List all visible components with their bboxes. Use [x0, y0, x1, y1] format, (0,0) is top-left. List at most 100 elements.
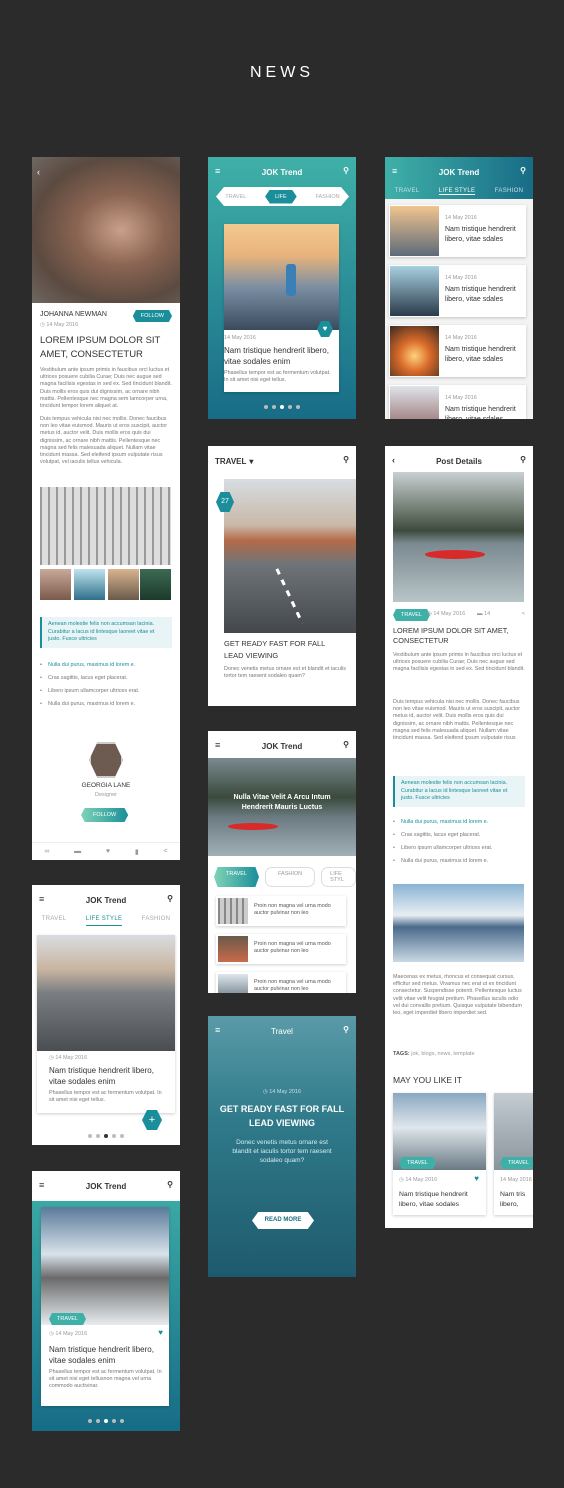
item-title: Nam tristique hendrerit libero, vitae sd… [445, 346, 516, 363]
thumb-3[interactable] [108, 569, 139, 600]
tab-lifestyle[interactable]: LIFE STYLE [438, 188, 476, 195]
tab-fashion[interactable]: FASHION [265, 867, 316, 887]
menu-icon[interactable]: ≡ [215, 740, 220, 750]
featured-body: Phasellus tempor est ac fermentum volutp… [49, 1369, 162, 1390]
bookmark-icon[interactable]: ▮ [135, 848, 139, 856]
mountain-lake-image [393, 884, 524, 962]
pill-tabs: TRAVEL FASHION LIFE STYL [214, 867, 356, 887]
search-icon[interactable]: ⚲ [520, 166, 526, 175]
related-tag[interactable]: TRAVEL [399, 1157, 436, 1169]
list-item[interactable]: 14 May 2016 Nam tristique hendrerit libe… [389, 325, 526, 377]
related-card[interactable]: TRAVEL 14 May 2016 Nam tris libero, [494, 1093, 533, 1215]
thumb-1[interactable] [40, 569, 71, 600]
avatar [89, 742, 123, 778]
comment-icon[interactable]: ▬ [74, 848, 81, 855]
carousel-dots[interactable] [32, 1134, 180, 1138]
menu-icon[interactable]: ≡ [392, 166, 397, 176]
add-button[interactable]: + [142, 1110, 162, 1130]
man-figure [286, 264, 296, 296]
item-thumb [218, 974, 248, 993]
header-title: JOK Trend [85, 895, 127, 905]
article-title: LOREM IPSUM DOLOR SIT AMET, CONSECTETUR [40, 335, 161, 360]
splash-title: GET READY FAST FOR FALL LEAD VIEWING [219, 1104, 345, 1128]
story-card[interactable]: ◷ 14 May 2016 Nam tristique hendrerit li… [37, 935, 175, 1113]
list-item[interactable]: Proin non magna vel urna modo auctor pul… [216, 934, 346, 964]
read-more-button[interactable]: READ MORE [252, 1212, 314, 1229]
search-icon[interactable]: ⚲ [520, 455, 526, 464]
tab-travel[interactable]: TRAVEL [395, 188, 420, 195]
back-icon[interactable]: ‹ [37, 167, 40, 177]
app-header: ≡ JOK Trend ⚲ [32, 1171, 180, 1201]
story-title: Nam tristique hendrerit libero, vitae so… [49, 1066, 154, 1086]
tab-lifestyle[interactable]: LIFE STYL [321, 867, 356, 887]
bridge-image [40, 487, 171, 565]
heart-icon[interactable]: ♥ [106, 848, 110, 855]
person-role: Designer [94, 792, 117, 798]
story-image [37, 935, 175, 1051]
search-icon[interactable]: ⚲ [167, 1180, 173, 1189]
related-tag[interactable]: TRAVEL [500, 1157, 533, 1169]
list-item[interactable]: Proin non magna vel urna modo auctor pul… [216, 972, 346, 993]
share-icon[interactable]: < [522, 611, 525, 617]
menu-icon[interactable]: ≡ [215, 166, 220, 176]
bullet-item: Cras sagittis, lacus eget placerat. [40, 675, 174, 681]
featured-like-icon[interactable]: ♥ [158, 1328, 163, 1337]
bullet-item: Nulla dui purus, maximus id lorem e. [393, 858, 527, 864]
menu-icon[interactable]: ≡ [39, 894, 44, 904]
post-tag[interactable]: TRAVEL [393, 609, 430, 621]
kayak [425, 550, 485, 559]
item-date: 14 May 2016 [445, 335, 477, 341]
app-header: ≡ Travel ⚲ [208, 1016, 356, 1046]
follow-person-button[interactable]: FOLLOW [81, 808, 129, 822]
tab-travel[interactable]: TRAVEL [225, 194, 246, 200]
list-item[interactable]: Proin non magna vel urna modo auctor pul… [216, 896, 346, 926]
list-item[interactable]: 14 May 2016 Nam tristique hendrerit libe… [389, 265, 526, 317]
search-icon[interactable]: ⚲ [343, 455, 349, 464]
bullet-item: Libero ipsum ullamcorper ultrices erat. [393, 845, 527, 851]
segmented-tabs: TRAVEL LIFE FASHION [216, 187, 349, 206]
list-item[interactable]: 14 May 2016 Nam tristique hendrerit libe… [389, 205, 526, 257]
tab-bar: TRAVEL LIFE STYLE FASHION [385, 188, 533, 195]
list-item[interactable]: 14 May 2016 Nam tristique hendrerit libe… [389, 385, 526, 419]
tab-fashion[interactable]: FASHION [142, 916, 170, 926]
tab-travel[interactable]: TRAVEL [42, 916, 67, 926]
post-title: LOREM IPSUM DOLOR SIT AMET, CONSECTETUR [393, 626, 509, 645]
carousel-dots[interactable] [32, 1419, 180, 1423]
item-thumb [390, 386, 439, 419]
search-icon[interactable]: ⚲ [343, 740, 349, 749]
related-card[interactable]: TRAVEL ◷ 14 May 2016 ♥ Nam tristique hen… [393, 1093, 486, 1215]
story-card[interactable]: ♥ 14 May 2016 Nam tristique hendrerit li… [224, 224, 339, 392]
story-image [224, 224, 339, 330]
tab-lifestyle[interactable]: LIFE STYLE [85, 916, 123, 926]
tab-fashion[interactable]: FASHION [495, 188, 523, 195]
menu-icon[interactable]: ≡ [39, 1180, 44, 1190]
header-title[interactable]: TRAVEL [215, 457, 246, 466]
menu-icon[interactable]: ≡ [215, 1025, 220, 1035]
back-icon[interactable]: ‹ [392, 455, 395, 465]
post-comments: ▬ 14 [477, 611, 491, 617]
share-icon[interactable]: < [163, 848, 167, 855]
related-like-icon[interactable]: ♥ [474, 1174, 479, 1183]
story-body: Phasellus tempor est ac fermentum volutp… [49, 1090, 162, 1104]
thumb-4[interactable] [140, 569, 171, 600]
tab-fashion[interactable]: FASHION [315, 194, 339, 200]
link-icon[interactable]: ∞ [44, 848, 49, 855]
search-icon[interactable]: ⚲ [343, 166, 349, 175]
chevron-down-icon[interactable]: ▾ [249, 457, 253, 466]
hero-title: Nulla Vitae Velit A Arcu Intum Hendrerit… [233, 794, 331, 811]
thumb-2[interactable] [74, 569, 105, 600]
article-date: ◷ 14 May 2016 [40, 322, 79, 328]
featured-tag[interactable]: TRAVEL [49, 1313, 86, 1325]
follow-button[interactable]: FOLLOW [132, 310, 172, 322]
header-title: JOK Trend [85, 1181, 127, 1191]
tab-travel[interactable]: TRAVEL [214, 867, 259, 887]
tab-life[interactable]: LIFE [265, 189, 297, 204]
related-date: ◷ 14 May 2016 [399, 1177, 438, 1183]
header-title: JOK Trend [261, 167, 303, 177]
trend-carousel-screen: ≡ JOK Trend ⚲ TRAVEL LIFE FASHION ♥ 14 May… [208, 157, 356, 419]
post-bullets: Nulla dui purus, maximus id lorem e. Cra… [393, 819, 527, 871]
search-icon[interactable]: ⚲ [343, 1025, 349, 1034]
featured-card[interactable]: TRAVEL ◷ 14 May 2016 ♥ Nam tristique hen… [41, 1207, 169, 1406]
carousel-dots[interactable] [208, 405, 356, 409]
search-icon[interactable]: ⚲ [167, 894, 173, 903]
